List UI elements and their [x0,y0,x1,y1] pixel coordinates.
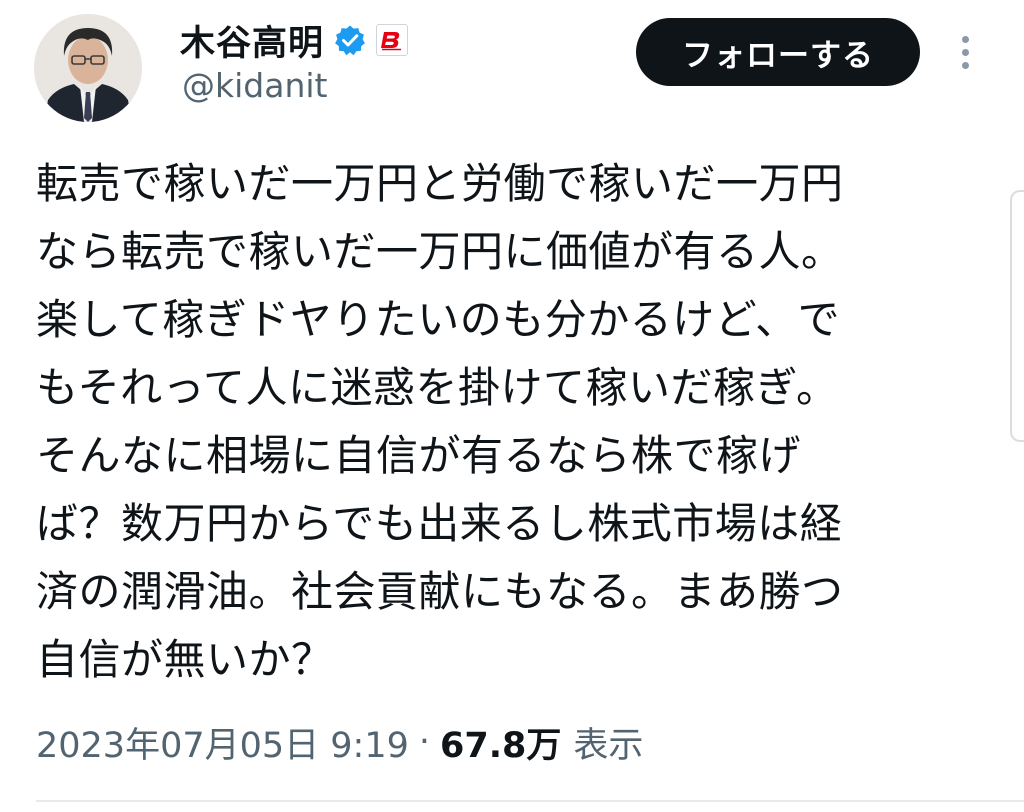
author-display-name[interactable]: 木谷高明 [180,15,324,66]
meta-separator: · [418,722,431,762]
tweet-text-line: 自信が無いか？ [36,635,334,684]
views-label: 表示 [573,725,644,766]
tweet-meta: 2023年07月05日 9:19 · 67.8万 表示 [36,716,643,768]
author-name-row: 木谷高明 [180,15,409,66]
bushiroad-logo-icon [376,24,409,56]
views-count[interactable]: 67.8万 [440,717,561,768]
tweet-text-line: 済の潤滑油。社会貢献にもなる。まあ勝つ [36,567,844,616]
scrollbar-handle[interactable] [1010,190,1024,442]
tweet-text-line: ば？数万円からでも出来るし株式市場は経 [36,499,843,548]
tweet-text-line: もそれって人に迷惑を掛けて稼いだ稼ぎ。 [36,363,839,412]
verified-badge-icon[interactable] [334,24,366,56]
follow-button[interactable]: フォローする [636,18,920,86]
tweet-text-line: そんなに相場に自信が有るなら株で稼げ [36,431,802,480]
tweet-timestamp[interactable]: 2023年07月05日 9:19 [36,717,409,768]
divider [36,800,1024,802]
tweet-text: 転売で稼いだ一万円と労働で稼いだ一万円 なら転売で稼いだ一万円に価値が有る人。 … [36,150,996,694]
tweet-text-line: 転売で稼いだ一万円と労働で稼いだ一万円 [36,159,844,208]
avatar[interactable] [34,14,142,122]
tweet-text-line: なら転売で稼いだ一万円に価値が有る人。 [36,227,844,276]
avatar-portrait-image [34,14,142,122]
more-vertical-icon[interactable] [950,28,980,76]
tweet-text-line: 楽して稼ぎドヤりたいのも分かるけど、で [36,295,841,344]
author-handle[interactable]: @kidanit [182,66,327,105]
